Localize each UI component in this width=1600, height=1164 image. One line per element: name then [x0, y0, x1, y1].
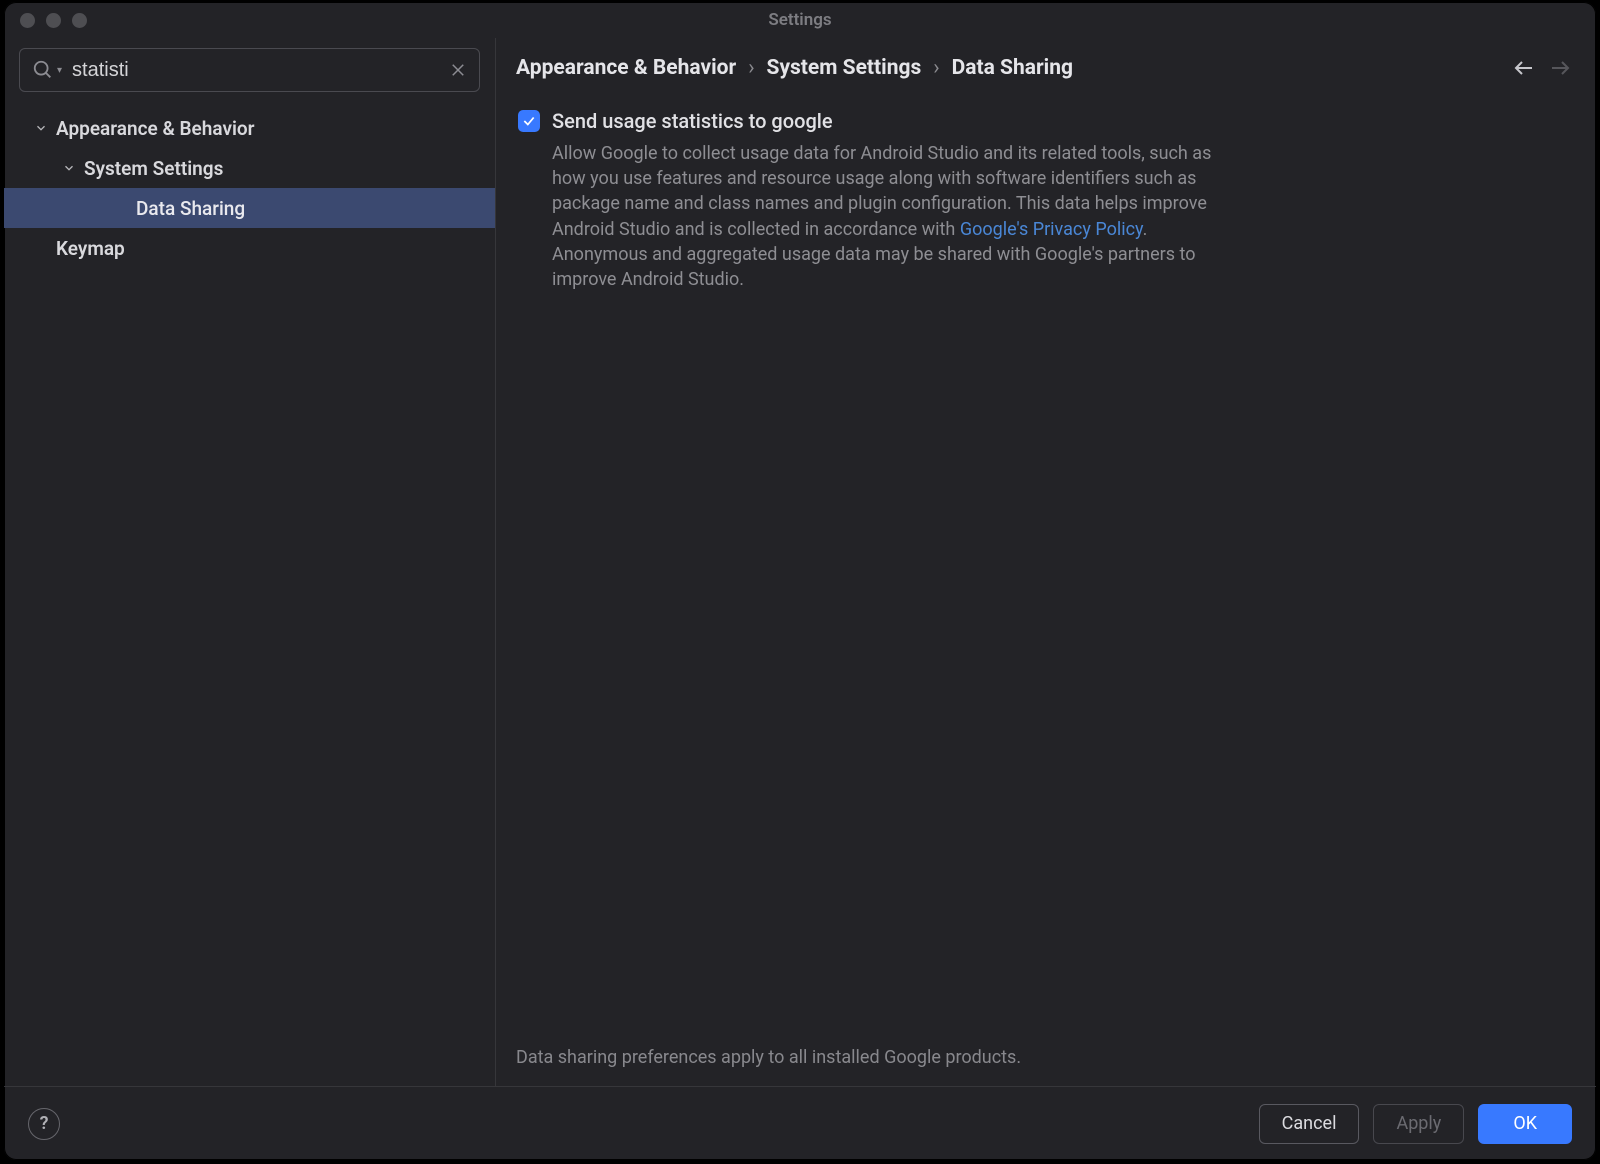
help-button[interactable]: ?: [28, 1108, 60, 1140]
cancel-button[interactable]: Cancel: [1259, 1104, 1360, 1144]
sidebar: ▾ Appearance & Behavior System Settings Da…: [4, 38, 496, 1086]
ok-button[interactable]: OK: [1478, 1104, 1572, 1144]
breadcrumb-sep: ›: [929, 56, 943, 80]
breadcrumb-item: System Settings: [767, 56, 922, 80]
chevron-down-icon: [62, 161, 76, 175]
chevron-down-icon: [34, 121, 48, 135]
search-input[interactable]: [72, 59, 441, 82]
privacy-policy-link[interactable]: Google's Privacy Policy: [960, 219, 1143, 240]
traffic-lights: [4, 13, 87, 28]
footer: ? Cancel Apply OK: [4, 1086, 1596, 1160]
tree-item-label: Data Sharing: [136, 197, 245, 220]
breadcrumb: Appearance & Behavior › System Settings › Da…: [516, 56, 1500, 80]
main-panel: Appearance & Behavior › System Settings › Da…: [496, 38, 1596, 1086]
settings-window: Settings ▾ Appearance & Behavior System S…: [4, 2, 1596, 1160]
search-history-caret[interactable]: ▾: [57, 65, 62, 76]
tree-item-data-sharing[interactable]: Data Sharing: [4, 188, 495, 228]
apply-button: Apply: [1373, 1104, 1464, 1144]
tree-item-label: Keymap: [56, 237, 125, 260]
body: ▾ Appearance & Behavior System Settings Da…: [4, 38, 1596, 1086]
nav-forward-icon: [1548, 56, 1572, 80]
send-usage-description: Allow Google to collect usage data for A…: [552, 141, 1242, 292]
window-title: Settings: [768, 10, 831, 30]
tree-item-keymap[interactable]: Keymap: [4, 228, 495, 268]
settings-tree: Appearance & Behavior System Settings Data…: [4, 104, 495, 1086]
titlebar: Settings: [4, 2, 1596, 38]
tree-item-system-settings[interactable]: System Settings: [4, 148, 495, 188]
traffic-min[interactable]: [46, 13, 61, 28]
nav-back-icon[interactable]: [1512, 56, 1536, 80]
check-icon: [522, 114, 536, 128]
send-usage-label[interactable]: Send usage statistics to google: [552, 108, 1242, 135]
breadcrumb-item: Appearance & Behavior: [516, 56, 736, 80]
clear-search-icon[interactable]: [449, 61, 467, 79]
traffic-close[interactable]: [20, 13, 35, 28]
breadcrumb-item: Data Sharing: [952, 56, 1073, 80]
send-usage-checkbox[interactable]: [518, 110, 540, 132]
search-icon: [32, 59, 54, 81]
send-usage-option: Send usage statistics to google Allow Go…: [518, 108, 1570, 292]
content: Send usage statistics to google Allow Go…: [496, 92, 1596, 1047]
tree-item-label: System Settings: [84, 157, 223, 180]
breadcrumb-sep: ›: [744, 56, 758, 80]
search-box[interactable]: ▾: [19, 48, 480, 92]
traffic-max[interactable]: [72, 13, 87, 28]
tree-item-label: Appearance & Behavior: [56, 117, 255, 140]
tree-item-appearance-behavior[interactable]: Appearance & Behavior: [4, 108, 495, 148]
breadcrumb-row: Appearance & Behavior › System Settings › Da…: [496, 38, 1596, 92]
footnote: Data sharing preferences apply to all in…: [496, 1047, 1596, 1086]
